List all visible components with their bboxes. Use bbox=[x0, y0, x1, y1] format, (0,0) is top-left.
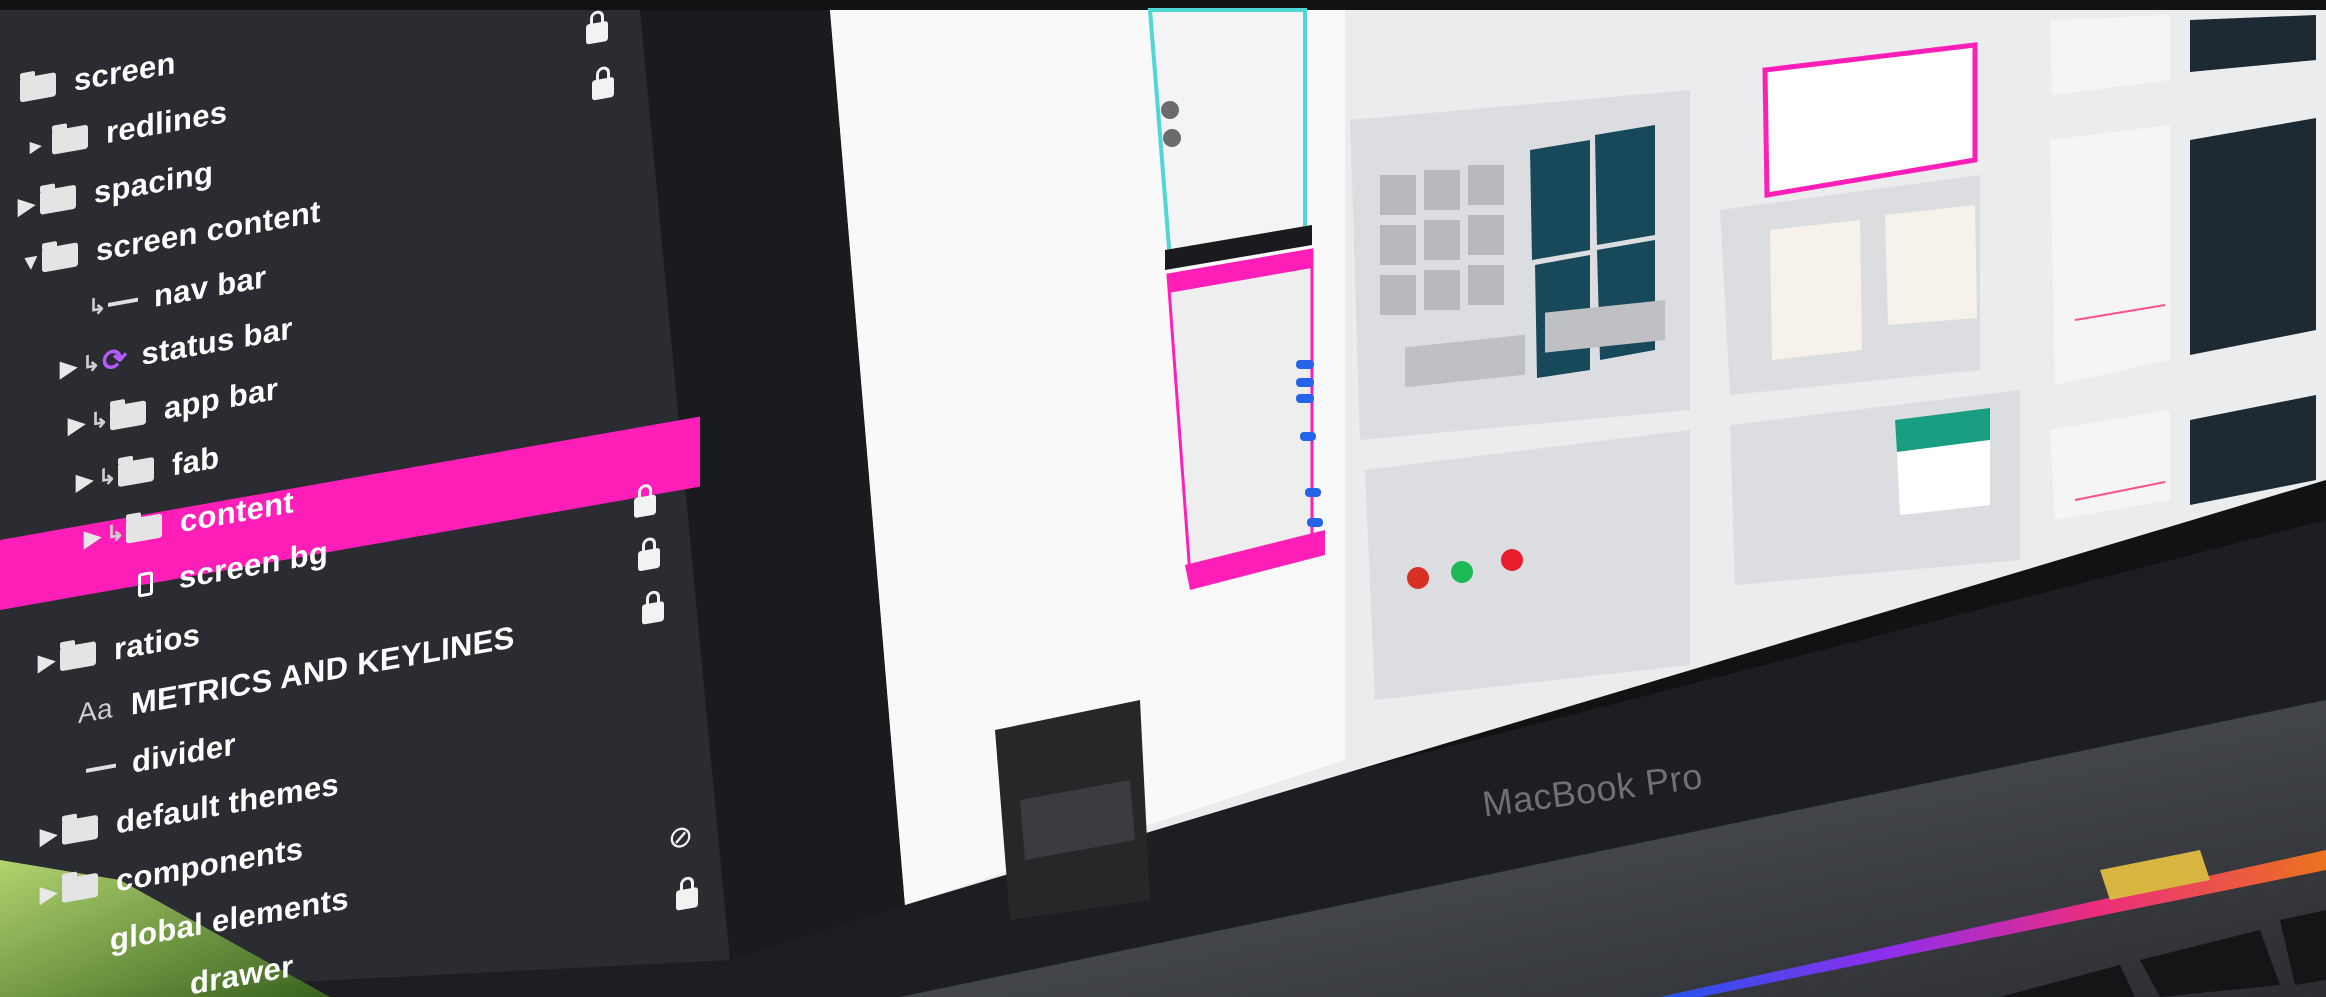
photo-scene: screen ▸ redlines ▶ spacing ▼ screen con… bbox=[0, 0, 2326, 997]
folder-icon bbox=[52, 124, 88, 155]
sync-icon: ⟳ bbox=[102, 341, 128, 379]
folder-icon bbox=[20, 72, 56, 103]
chevron-down-icon[interactable]: ▼ bbox=[20, 248, 42, 278]
lock-icon[interactable] bbox=[638, 547, 660, 572]
folder-icon bbox=[126, 513, 162, 544]
link-icon: ↳ bbox=[82, 349, 101, 378]
folder-icon bbox=[118, 456, 154, 488]
folder-icon bbox=[110, 400, 146, 431]
lock-icon[interactable] bbox=[642, 600, 664, 625]
lock-icon[interactable] bbox=[592, 76, 614, 101]
link-icon: ↳ bbox=[90, 405, 109, 435]
chevron-right-icon[interactable]: ▶ bbox=[68, 409, 90, 439]
chevron-right-icon[interactable]: ▶ bbox=[60, 353, 82, 383]
link-icon: ↳ bbox=[106, 519, 125, 548]
chevron-right-icon[interactable]: ▶ bbox=[38, 646, 60, 676]
line-icon bbox=[108, 297, 138, 307]
layers-panel: screen ▸ redlines ▶ spacing ▼ screen con… bbox=[0, 0, 780, 997]
chevron-right-icon[interactable]: ▶ bbox=[40, 878, 62, 908]
lock-icon[interactable] bbox=[634, 494, 656, 519]
line-icon bbox=[86, 763, 116, 773]
layer-drawer[interactable]: drawer bbox=[190, 942, 293, 997]
lock-icon[interactable] bbox=[586, 20, 608, 45]
link-icon: ↳ bbox=[98, 462, 117, 491]
chevron-right-icon[interactable]: ▸ bbox=[30, 130, 52, 160]
eye-hidden-icon[interactable]: ⊘ bbox=[668, 818, 693, 857]
lock-icon[interactable] bbox=[676, 886, 698, 911]
chevron-right-icon[interactable]: ▶ bbox=[76, 466, 98, 496]
folder-icon bbox=[62, 814, 98, 846]
folder-icon bbox=[40, 184, 76, 215]
folder-icon bbox=[60, 641, 96, 672]
folder-icon bbox=[42, 242, 78, 273]
chevron-right-icon[interactable]: ▶ bbox=[84, 522, 106, 552]
chevron-right-icon[interactable]: ▶ bbox=[18, 190, 40, 220]
text-icon: Aa bbox=[78, 692, 113, 730]
chevron-right-icon[interactable]: ▶ bbox=[40, 820, 62, 850]
folder-icon bbox=[62, 872, 98, 904]
rectangle-icon bbox=[138, 571, 153, 598]
link-icon: ↳ bbox=[88, 292, 107, 321]
